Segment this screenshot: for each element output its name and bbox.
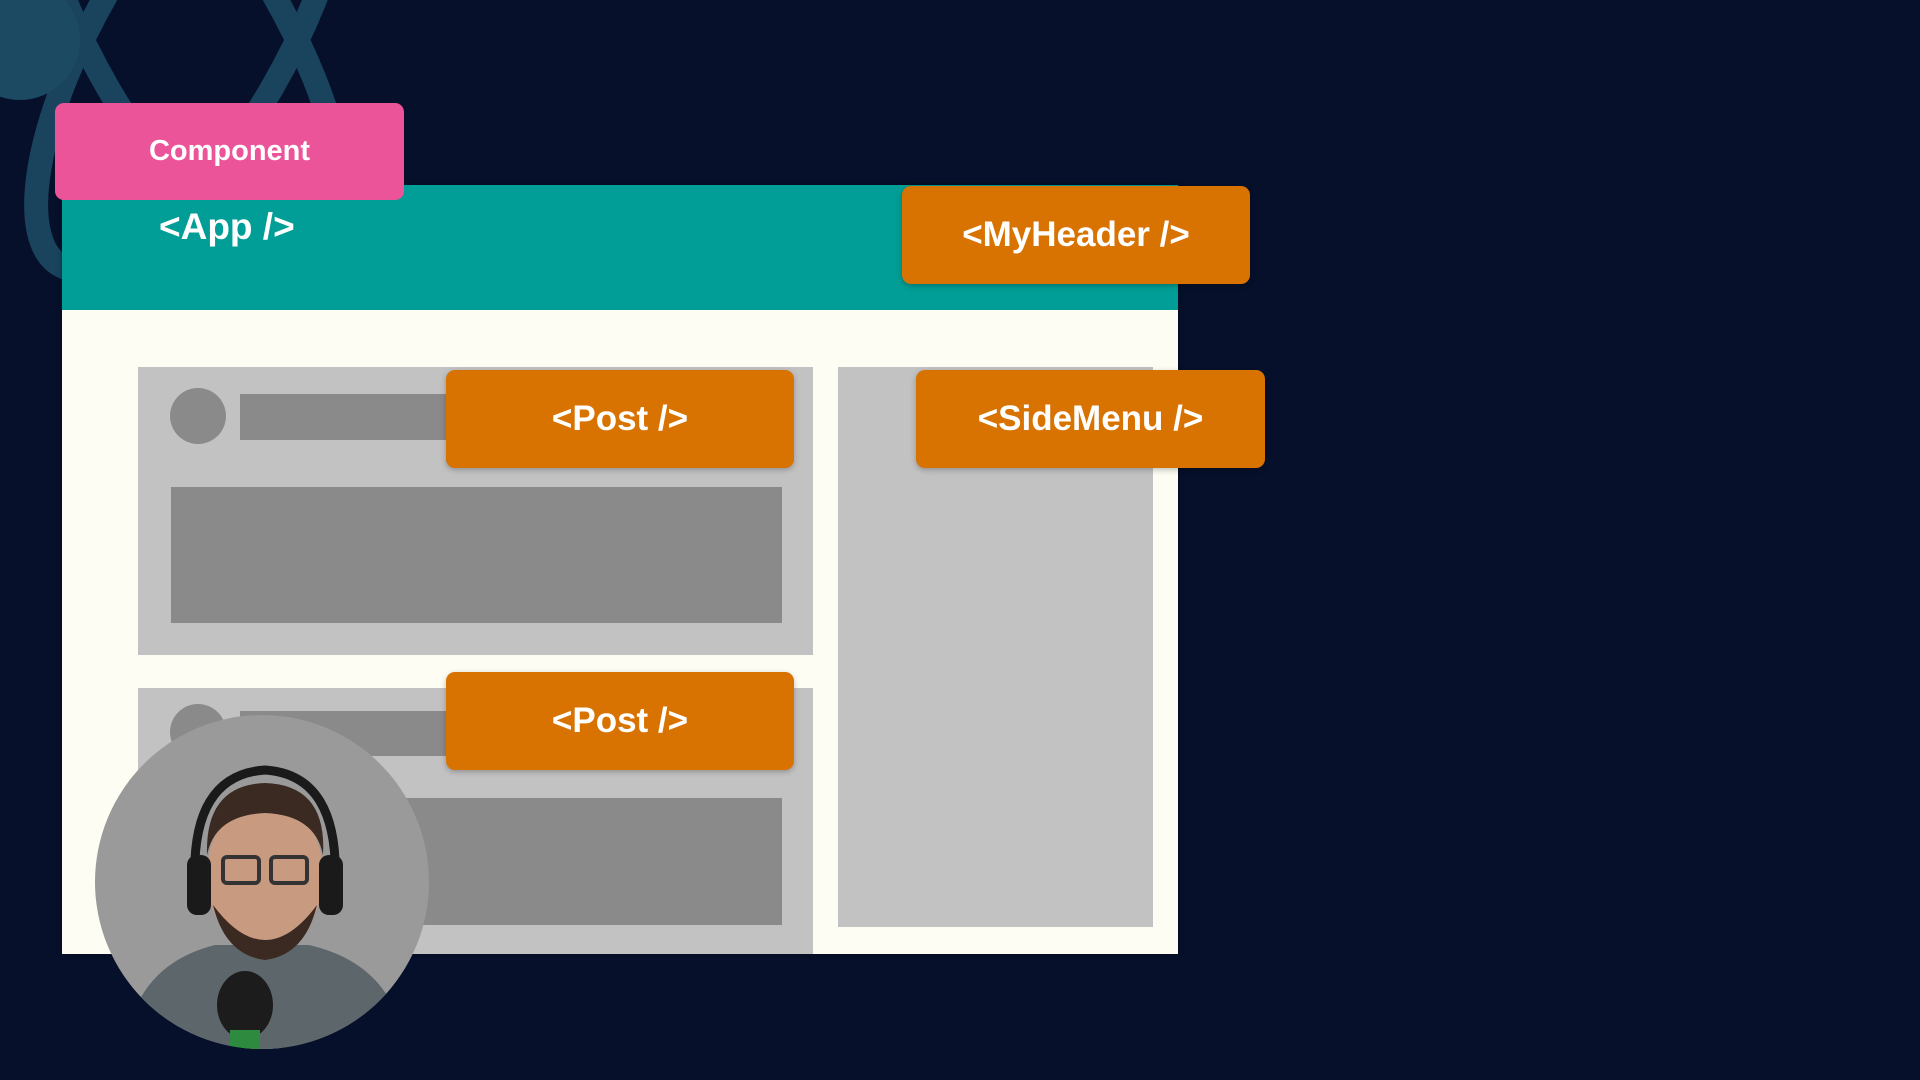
post-image-placeholder (171, 487, 782, 623)
post-avatar-placeholder (170, 388, 226, 444)
app-component-label: <App /> (159, 206, 295, 247)
myheader-component-tag: <MyHeader /> (902, 186, 1250, 284)
post-component-tag-1: <Post /> (446, 370, 794, 468)
presenter-webcam (95, 715, 429, 1049)
post-title-placeholder (240, 394, 460, 440)
sidemenu-component-tag: <SideMenu /> (916, 370, 1265, 468)
component-title-tag: Component (55, 103, 404, 200)
post-component-tag-2: <Post /> (446, 672, 794, 770)
presenter-figure (125, 765, 405, 1049)
